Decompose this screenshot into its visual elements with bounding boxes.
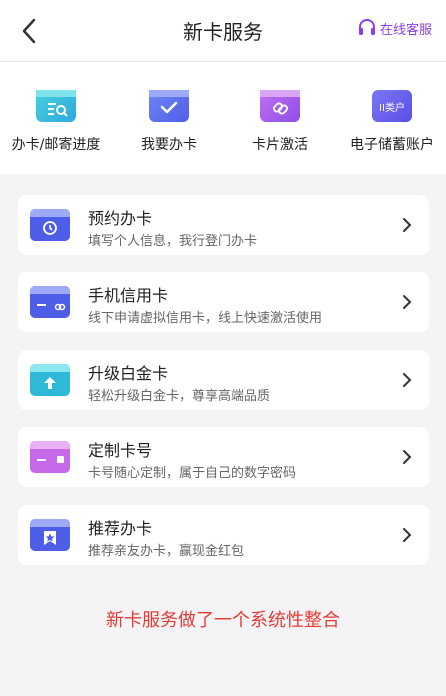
card-title: 推荐办卡 (88, 519, 153, 538)
card-subtitle: 卡号随心定制，属于自己的数字密码 (88, 466, 297, 481)
apply-card-icon (149, 90, 189, 122)
quick-item-e-account[interactable]: II类户 电子储蓄账户 (332, 90, 446, 154)
custom-card-number-icon (30, 441, 70, 473)
card-title: 升级白金卡 (88, 364, 169, 383)
card-title: 定制卡号 (88, 441, 153, 460)
headset-icon (358, 19, 375, 35)
e-savings-account-icon: II类户 (372, 90, 412, 122)
chevron-right-icon (403, 450, 412, 464)
service-card-recommend[interactable]: 推荐办卡 推荐亲友办卡，赢现金红包 (18, 505, 429, 565)
card-title: 预约办卡 (88, 209, 153, 228)
activate-card-icon (260, 90, 300, 122)
card-subtitle: 线下申请虚拟信用卡，线上快速激活使用 (88, 311, 323, 326)
card-title: 手机信用卡 (88, 286, 169, 305)
promo-text: 新卡服务做了一个系统性整合 (106, 610, 340, 631)
quick-label: 我要办卡 (141, 137, 197, 153)
card-subtitle: 填写个人信息，我行登门办卡 (88, 234, 258, 249)
service-card-upgrade-platinum[interactable]: 升级白金卡 轻松升级白金卡，尊享高端品质 (18, 350, 429, 410)
service-card-appointment[interactable]: 预约办卡 填写个人信息，我行登门办卡 (18, 195, 429, 255)
card-subtitle: 轻松升级白金卡，尊享高端品质 (88, 389, 271, 404)
top-bar: 新卡服务 在线客服 (0, 0, 446, 62)
quick-item-apply[interactable]: 我要办卡 (109, 90, 229, 154)
card-subtitle: 推荐亲友办卡，赢现金红包 (88, 544, 245, 559)
chevron-right-icon (403, 373, 412, 387)
online-service-button[interactable]: 在线客服 (357, 18, 432, 38)
chevron-right-icon (403, 528, 412, 542)
chevron-right-icon (403, 295, 412, 309)
recommend-card-icon (30, 519, 70, 551)
quick-item-progress[interactable]: 办卡/邮寄进度 (0, 90, 116, 154)
progress-search-icon (36, 90, 76, 122)
quick-item-activate[interactable]: 卡片激活 (220, 90, 340, 154)
mobile-credit-card-icon (30, 286, 70, 318)
online-service-label: 在线客服 (379, 22, 432, 38)
quick-label: 办卡/邮寄进度 (11, 137, 101, 153)
quick-label: 卡片激活 (252, 137, 308, 153)
quick-actions: 办卡/邮寄进度 我要办卡 卡片激活 II类户 电子储蓄账户 (0, 62, 446, 174)
service-card-mobile-credit[interactable]: 手机信用卡 线下申请虚拟信用卡，线上快速激活使用 (18, 272, 429, 332)
appointment-card-icon (30, 209, 70, 241)
chevron-right-icon (403, 218, 412, 232)
quick-label: 电子储蓄账户 (350, 137, 434, 153)
service-card-custom-number[interactable]: 定制卡号 卡号随心定制，属于自己的数字密码 (18, 427, 429, 487)
upgrade-platinum-icon (30, 364, 70, 396)
